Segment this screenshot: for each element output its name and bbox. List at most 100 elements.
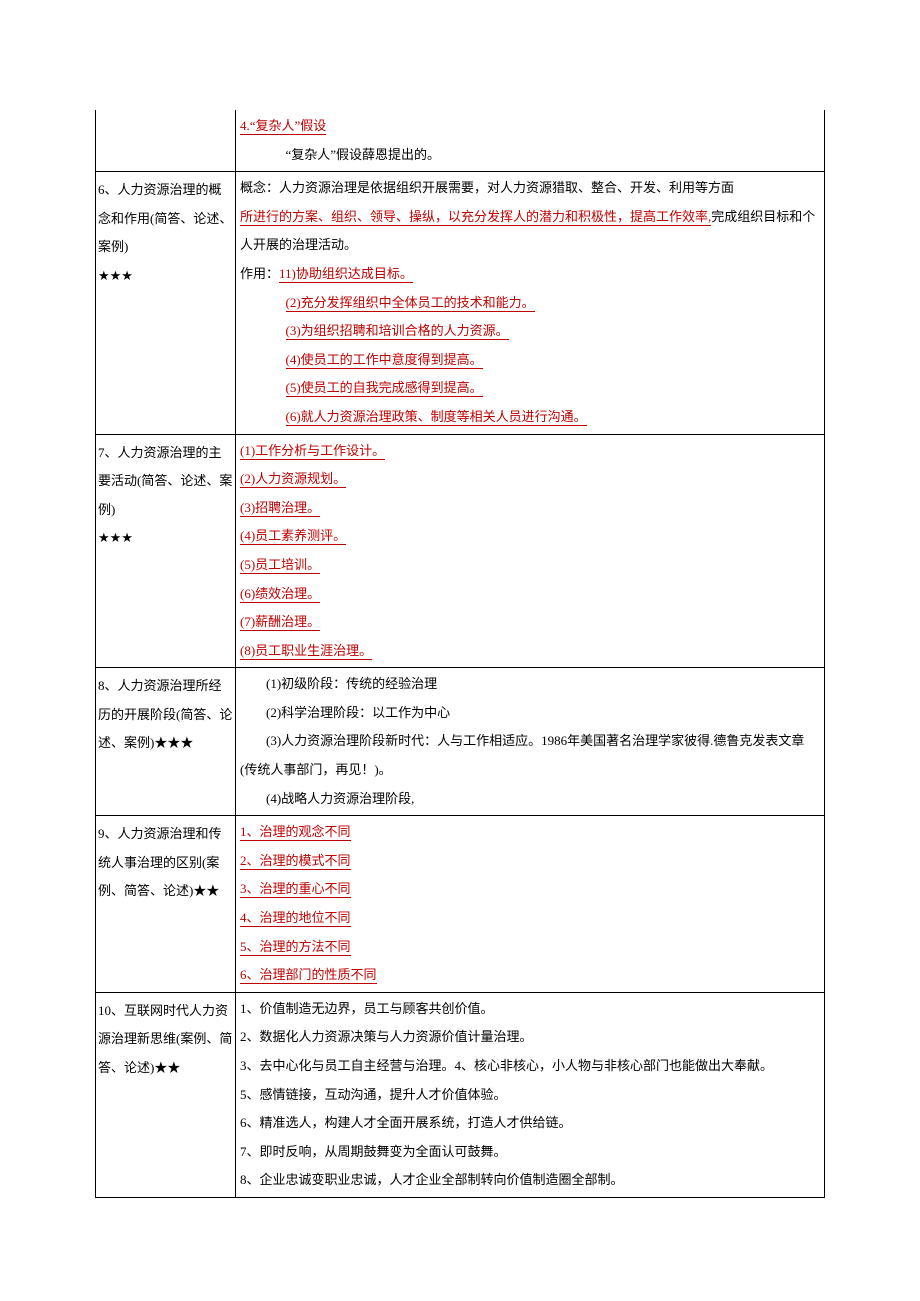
content-line: 5、感情链接，互动沟通，提升人才价值体验。 xyxy=(240,1081,820,1110)
content-line: (4)战略人力资源治理阶段, xyxy=(240,785,820,814)
content-line: 所进行的方案、组织、领导、操纵，以充分发挥人的潜力和积极性，提高工作效率,完成组… xyxy=(240,203,820,260)
content-cell: 1、治理的观念不同 2、治理的模式不同 3、治理的重心不同 4、治理的地位不同 5、治理… xyxy=(236,816,825,993)
content-line: (传统人事部门，再见！)。 xyxy=(240,756,820,785)
table-row: 7、人力资源治理的主要活动(简答、论述、案例)★★★(1)工作分析与工作设计。(… xyxy=(96,434,825,668)
content-line: (3)为组织招聘和培训合格的人力资源。 xyxy=(240,317,820,346)
content-line: 2、治理的模式不同 xyxy=(240,847,820,876)
content-text: 4.“复杂人”假设 xyxy=(240,118,326,135)
topic-cell xyxy=(96,110,236,172)
content-line: 1、价值制造无边界，员工与顾客共创价值。 xyxy=(240,995,820,1024)
content-line: 3、治理的重心不同 xyxy=(240,875,820,904)
content-text: “复杂人”假设薛恩提出的。 xyxy=(286,147,441,162)
content-line: 3、去中心化与员工自主经营与治理。4、核心非核心，小人物与非核心部门也能做出大奉… xyxy=(240,1052,820,1081)
study-notes-table: 4.“复杂人”假设 “复杂人”假设薛恩提出的。 6、人力资源治理的概念和作用(简答、… xyxy=(95,110,825,1198)
content-line: “复杂人”假设薛恩提出的。 xyxy=(240,141,820,170)
content-text: (2)充分发挥组织中全体员工的技术和能力。 xyxy=(286,295,535,312)
content-line: (4)使员工的工作中意度得到提高。 xyxy=(240,346,820,375)
topic-cell: 10、互联网时代人力资源治理新思维(案例、简答、论述)★★ xyxy=(96,992,236,1197)
content-text: (6)绩效治理。 xyxy=(240,586,320,603)
content-line: (2)科学治理阶段：以工作为中心 xyxy=(240,699,820,728)
content-text: 1、价值制造无边界，员工与顾客共创价值。 xyxy=(240,1001,494,1016)
topic-title: 10、互联网时代人力资源治理新思维(案例、简答、论述)★★ xyxy=(98,1003,232,1075)
content-text: (5)员工培训。 xyxy=(240,557,320,574)
table-row: 6、人力资源治理的概念和作用(简答、论述、案例) ★★★ 概念：人力资源治理是依据组… xyxy=(96,172,825,434)
content-text: 11)协助组织达成目标。 xyxy=(279,266,413,283)
topic-cell: 9、人力资源治理和传统人事治理的区别(案例、简答、论述)★★ xyxy=(96,816,236,993)
content-text: 8、企业忠诚变职业忠诚，人才企业全部制转向价值制造圈全部制。 xyxy=(240,1172,624,1187)
topic-cell: 7、人力资源治理的主要活动(简答、论述、案例) ★★★ xyxy=(96,434,236,668)
content-text: (8)员工职业生涯治理。 xyxy=(240,643,372,660)
topic-title: 8、人力资源治理所经历的开展阶段(简答、论述、案例)★★★ xyxy=(98,678,232,750)
content-line: 8、企业忠诚变职业忠诚，人才企业全部制转向价值制造圈全部制。 xyxy=(240,1166,820,1195)
table-row: 4.“复杂人”假设 “复杂人”假设薛恩提出的。 xyxy=(96,110,825,172)
content-cell: 1、价值制造无边界，员工与顾客共创价值。 2、数据化人力资源决策与人力资源价值计量… xyxy=(236,992,825,1197)
topic-cell: 8、人力资源治理所经历的开展阶段(简答、论述、案例)★★★ xyxy=(96,668,236,816)
content-line: (3)招聘治理。 xyxy=(240,494,820,523)
content-text: 2、数据化人力资源决策与人力资源价值计量治理。 xyxy=(240,1029,533,1044)
content-text: 2、治理的模式不同 xyxy=(240,853,351,870)
importance-stars: ★★★ xyxy=(98,530,133,545)
content-text: 概念：人力资源治理是依据组织开展需要，对人力资源猎取、整合、开发、利用等方 xyxy=(240,180,721,195)
content-text: 1、治理的观念不同 xyxy=(240,824,351,841)
content-text: (3)为组织招聘和培训合格的人力资源。 xyxy=(286,323,509,340)
content-text: (4)使员工的工作中意度得到提高。 xyxy=(286,352,483,369)
content-text: (4)员工素养测评。 xyxy=(240,528,346,545)
topic-cell: 6、人力资源治理的概念和作用(简答、论述、案例) ★★★ xyxy=(96,172,236,434)
content-line: 4.“复杂人”假设 xyxy=(240,112,820,141)
content-line: 6、精准选人，构建人才全面开展系统，打造人才供给链。 xyxy=(240,1109,820,1138)
content-text: (2)科学治理阶段：以工作为中心 xyxy=(266,705,450,720)
content-line: (8)员工职业生涯治理。 xyxy=(240,637,820,666)
content-line: 1、治理的观念不同 xyxy=(240,818,820,847)
content-text: 6、精准选人，构建人才全面开展系统，打造人才供给链。 xyxy=(240,1115,572,1130)
content-text: (传统人事部门，再见！)。 xyxy=(240,762,392,777)
table-row: 9、人力资源治理和传统人事治理的区别(案例、简答、论述)★★ 1、治理的观念不同 2… xyxy=(96,816,825,993)
content-text: (7)薪酬治理。 xyxy=(240,614,320,631)
content-cell: (1)工作分析与工作设计。 (2)人力资源规划。 (3)招聘治理。 (4)员工素养测评… xyxy=(236,434,825,668)
content-text: (4)战略人力资源治理阶段, xyxy=(266,791,414,806)
content-text: 6、治理部门的性质不同 xyxy=(240,967,377,984)
content-line: 6、治理部门的性质不同 xyxy=(240,961,820,990)
content-text: 作用： xyxy=(240,266,279,281)
content-line: (4)员工素养测评。 xyxy=(240,522,820,551)
table-row: 10、互联网时代人力资源治理新思维(案例、简答、论述)★★1、价值制造无边界，员… xyxy=(96,992,825,1197)
content-line: (3)人力资源治理阶段新时代：人与工作相适应。1986年美国著名治理学家彼得.德… xyxy=(240,727,820,756)
content-text: 面 xyxy=(721,180,734,195)
content-line: (6)就人力资源治理政策、制度等相关人员进行沟通。 xyxy=(240,403,820,432)
content-line: (1)初级阶段：传统的经验治理 xyxy=(240,670,820,699)
content-text: 5、治理的方法不同 xyxy=(240,939,351,956)
content-line: 5、治理的方法不同 xyxy=(240,933,820,962)
content-text: 7、即时反响，从周期鼓舞变为全面认可鼓舞。 xyxy=(240,1144,507,1159)
content-line: 2、数据化人力资源决策与人力资源价值计量治理。 xyxy=(240,1023,820,1052)
content-text: (6)就人力资源治理政策、制度等相关人员进行沟通。 xyxy=(286,409,587,426)
content-line: 7、即时反响，从周期鼓舞变为全面认可鼓舞。 xyxy=(240,1138,820,1167)
content-text: 4、治理的地位不同 xyxy=(240,910,351,927)
content-text: (5)使员工的自我完成感得到提高。 xyxy=(286,380,483,397)
content-line: 4、治理的地位不同 xyxy=(240,904,820,933)
topic-title: 9、人力资源治理和传统人事治理的区别(案例、简答、论述)★★ xyxy=(98,826,222,898)
content-cell: (1)初级阶段：传统的经验治理 (2)科学治理阶段：以工作为中心 (3)人力资源治理… xyxy=(236,668,825,816)
topic-title: 6、人力资源治理的概念和作用(简答、论述、案例) xyxy=(98,182,232,254)
content-line: 概念：人力资源治理是依据组织开展需要，对人力资源猎取、整合、开发、利用等方面 xyxy=(240,174,820,203)
content-line: (6)绩效治理。 xyxy=(240,580,820,609)
content-text: (3)招聘治理。 xyxy=(240,500,320,517)
content-text: 所进行的方案、组织、领导、操纵，以充分发挥人的潜力和积极性，提高工作效率, xyxy=(240,209,711,226)
content-line: (5)员工培训。 xyxy=(240,551,820,580)
content-text: 3、治理的重心不同 xyxy=(240,881,351,898)
importance-stars: ★★★ xyxy=(98,268,133,283)
topic-title: 7、人力资源治理的主要活动(简答、论述、案例) xyxy=(98,445,232,517)
content-line: (1)工作分析与工作设计。 xyxy=(240,437,820,466)
content-line: (2)充分发挥组织中全体员工的技术和能力。 xyxy=(240,289,820,318)
content-cell: 4.“复杂人”假设 “复杂人”假设薛恩提出的。 xyxy=(236,110,825,172)
content-text: (2)人力资源规划。 xyxy=(240,471,346,488)
content-text: (3)人力资源治理阶段新时代：人与工作相适应。1986年美国著名治理学家彼得.德… xyxy=(266,733,804,748)
content-cell: 概念：人力资源治理是依据组织开展需要，对人力资源猎取、整合、开发、利用等方面所进… xyxy=(236,172,825,434)
content-line: (5)使员工的自我完成感得到提高。 xyxy=(240,374,820,403)
content-text: (1)工作分析与工作设计。 xyxy=(240,443,385,460)
content-text: 3、去中心化与员工自主经营与治理。4、核心非核心，小人物与非核心部门也能做出大奉… xyxy=(240,1058,773,1073)
content-line: 作用：11)协助组织达成目标。 xyxy=(240,260,820,289)
content-line: (7)薪酬治理。 xyxy=(240,608,820,637)
content-text: (1)初级阶段：传统的经验治理 xyxy=(266,676,437,691)
content-line: (2)人力资源规划。 xyxy=(240,465,820,494)
table-row: 8、人力资源治理所经历的开展阶段(简答、论述、案例)★★★(1)初级阶段：传统的… xyxy=(96,668,825,816)
content-text: 5、感情链接，互动沟通，提升人才价值体验。 xyxy=(240,1087,507,1102)
